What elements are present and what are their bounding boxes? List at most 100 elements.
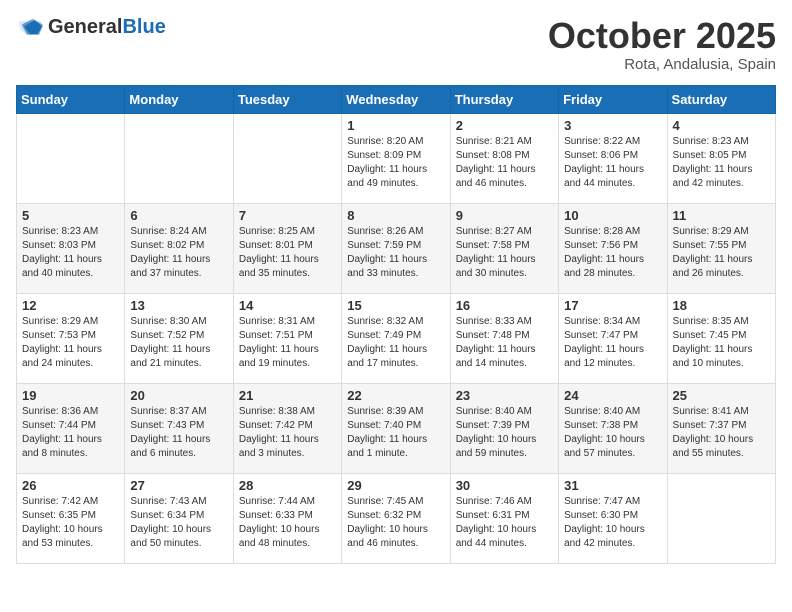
calendar-cell	[667, 473, 775, 563]
calendar-cell: 25 Sunrise: 8:41 AMSunset: 7:37 PMDayligh…	[667, 383, 775, 473]
calendar-cell: 5Sunrise: 8:23 AMSunset: 8:03 PMDaylight…	[17, 203, 125, 293]
day-info: Sunrise: 8:38 AMSunset: 7:42 PMDaylight:…	[239, 405, 336, 461]
day-info: Sunrise: 8:22 AMSunset: 8:06 PMDaylight:…	[564, 135, 661, 191]
calendar-cell: 24Sunrise: 8:40 AMSunset: 7:38 PMDayligh…	[559, 383, 667, 473]
calendar-cell: 14 Sunrise: 8:31 AMSunset: 7:51 PMDayligh…	[233, 293, 341, 383]
calendar-cell: 31 Sunrise: 7:47 AMSunset: 6:30 PMDayligh…	[559, 473, 667, 563]
day-info: Sunrise: 8:33 AMSunset: 7:48 PMDaylight:…	[456, 315, 553, 371]
day-info: Sunrise: 8:31 AMSunset: 7:51 PMDaylight:…	[239, 315, 336, 371]
calendar-cell: 2Sunrise: 8:21 AMSunset: 8:08 PMDaylight…	[450, 113, 558, 203]
day-info: Sunrise: 8:40 AMSunset: 7:39 PMDaylight:…	[456, 405, 553, 461]
calendar-cell: 27 Sunrise: 7:43 AMSunset: 6:34 PMDayligh…	[125, 473, 233, 563]
day-info: Sunrise: 8:41 AMSunset: 7:37 PMDaylight:…	[673, 405, 770, 461]
day-number: 25	[673, 388, 770, 403]
day-number: 28	[239, 478, 336, 493]
day-number: 9	[456, 208, 553, 223]
calendar-cell	[125, 113, 233, 203]
calendar-cell	[17, 113, 125, 203]
location-title: Rota, Andalusia, Spain	[548, 56, 776, 73]
weekday-header-friday: Friday	[559, 85, 667, 113]
logo-text: GeneralBlue	[48, 16, 166, 39]
day-number: 30	[456, 478, 553, 493]
calendar-cell: 15Sunrise: 8:32 AMSunset: 7:49 PMDayligh…	[342, 293, 450, 383]
day-number: 14	[239, 298, 336, 313]
day-info: Sunrise: 7:42 AMSunset: 6:35 PMDaylight:…	[22, 495, 119, 551]
day-number: 29	[347, 478, 444, 493]
calendar-cell: 17 Sunrise: 8:34 AMSunset: 7:47 PMDayligh…	[559, 293, 667, 383]
day-number: 3	[564, 118, 661, 133]
calendar-cell: 11Sunrise: 8:29 AMSunset: 7:55 PMDayligh…	[667, 203, 775, 293]
day-info: Sunrise: 8:39 AMSunset: 7:40 PMDaylight:…	[347, 405, 444, 461]
calendar-week-3: 12 Sunrise: 8:29 AMSunset: 7:53 PMDayligh…	[17, 293, 776, 383]
day-info: Sunrise: 8:27 AMSunset: 7:58 PMDaylight:…	[456, 225, 553, 281]
calendar-cell: 30 Sunrise: 7:46 AMSunset: 6:31 PMDayligh…	[450, 473, 558, 563]
weekday-header-thursday: Thursday	[450, 85, 558, 113]
calendar-cell	[233, 113, 341, 203]
calendar-cell: 20 Sunrise: 8:37 AMSunset: 7:43 PMDayligh…	[125, 383, 233, 473]
day-number: 15	[347, 298, 444, 313]
day-info: Sunrise: 8:35 AMSunset: 7:45 PMDaylight:…	[673, 315, 770, 371]
day-info: Sunrise: 8:29 AMSunset: 7:53 PMDaylight:…	[22, 315, 119, 371]
day-number: 1	[347, 118, 444, 133]
calendar-cell: 23 Sunrise: 8:40 AMSunset: 7:39 PMDayligh…	[450, 383, 558, 473]
day-info: Sunrise: 7:45 AMSunset: 6:32 PMDaylight:…	[347, 495, 444, 551]
calendar-cell: 21Sunrise: 8:38 AMSunset: 7:42 PMDayligh…	[233, 383, 341, 473]
day-info: Sunrise: 8:30 AMSunset: 7:52 PMDaylight:…	[130, 315, 227, 371]
day-info: Sunrise: 8:34 AMSunset: 7:47 PMDaylight:…	[564, 315, 661, 371]
day-number: 19	[22, 388, 119, 403]
day-info: Sunrise: 7:47 AMSunset: 6:30 PMDaylight:…	[564, 495, 661, 551]
day-number: 4	[673, 118, 770, 133]
day-number: 18	[673, 298, 770, 313]
day-info: Sunrise: 8:23 AMSunset: 8:05 PMDaylight:…	[673, 135, 770, 191]
calendar-cell: 22 Sunrise: 8:39 AMSunset: 7:40 PMDayligh…	[342, 383, 450, 473]
calendar-cell: 18 Sunrise: 8:35 AMSunset: 7:45 PMDayligh…	[667, 293, 775, 383]
day-number: 12	[22, 298, 119, 313]
day-info: Sunrise: 8:20 AMSunset: 8:09 PMDaylight:…	[347, 135, 444, 191]
calendar-cell: 9 Sunrise: 8:27 AMSunset: 7:58 PMDaylight…	[450, 203, 558, 293]
logo-general: General	[48, 16, 122, 38]
calendar-cell: 6 Sunrise: 8:24 AMSunset: 8:02 PMDaylight…	[125, 203, 233, 293]
calendar-week-5: 26 Sunrise: 7:42 AMSunset: 6:35 PMDayligh…	[17, 473, 776, 563]
weekday-header-monday: Monday	[125, 85, 233, 113]
day-info: Sunrise: 7:44 AMSunset: 6:33 PMDaylight:…	[239, 495, 336, 551]
day-info: Sunrise: 7:43 AMSunset: 6:34 PMDaylight:…	[130, 495, 227, 551]
weekday-header-row: SundayMondayTuesdayWednesdayThursdayFrid…	[17, 85, 776, 113]
day-number: 7	[239, 208, 336, 223]
day-info: Sunrise: 8:23 AMSunset: 8:03 PMDaylight:…	[22, 225, 119, 281]
day-number: 31	[564, 478, 661, 493]
logo: GeneralBlue	[16, 16, 166, 39]
calendar-cell: 8Sunrise: 8:26 AMSunset: 7:59 PMDaylight…	[342, 203, 450, 293]
day-number: 17	[564, 298, 661, 313]
calendar-week-2: 5Sunrise: 8:23 AMSunset: 8:03 PMDaylight…	[17, 203, 776, 293]
day-info: Sunrise: 7:46 AMSunset: 6:31 PMDaylight:…	[456, 495, 553, 551]
calendar-cell: 13Sunrise: 8:30 AMSunset: 7:52 PMDayligh…	[125, 293, 233, 383]
day-number: 23	[456, 388, 553, 403]
calendar-cell: 26 Sunrise: 7:42 AMSunset: 6:35 PMDayligh…	[17, 473, 125, 563]
calendar-cell: 4 Sunrise: 8:23 AMSunset: 8:05 PMDaylight…	[667, 113, 775, 203]
calendar-cell: 12 Sunrise: 8:29 AMSunset: 7:53 PMDayligh…	[17, 293, 125, 383]
calendar-cell: 3 Sunrise: 8:22 AMSunset: 8:06 PMDaylight…	[559, 113, 667, 203]
calendar-week-1: 1 Sunrise: 8:20 AMSunset: 8:09 PMDaylight…	[17, 113, 776, 203]
month-title: October 2025	[548, 16, 776, 56]
weekday-header-wednesday: Wednesday	[342, 85, 450, 113]
day-number: 16	[456, 298, 553, 313]
calendar-cell: 29 Sunrise: 7:45 AMSunset: 6:32 PMDayligh…	[342, 473, 450, 563]
weekday-header-sunday: Sunday	[17, 85, 125, 113]
day-number: 26	[22, 478, 119, 493]
calendar-cell: 16 Sunrise: 8:33 AMSunset: 7:48 PMDayligh…	[450, 293, 558, 383]
calendar-table: SundayMondayTuesdayWednesdayThursdayFrid…	[16, 85, 776, 564]
calendar-cell: 19 Sunrise: 8:36 AMSunset: 7:44 PMDayligh…	[17, 383, 125, 473]
day-number: 22	[347, 388, 444, 403]
day-number: 20	[130, 388, 227, 403]
day-info: Sunrise: 8:24 AMSunset: 8:02 PMDaylight:…	[130, 225, 227, 281]
day-info: Sunrise: 8:25 AMSunset: 8:01 PMDaylight:…	[239, 225, 336, 281]
calendar-cell: 7 Sunrise: 8:25 AMSunset: 8:01 PMDaylight…	[233, 203, 341, 293]
logo-blue: Blue	[122, 16, 165, 38]
day-info: Sunrise: 8:37 AMSunset: 7:43 PMDaylight:…	[130, 405, 227, 461]
day-number: 27	[130, 478, 227, 493]
day-info: Sunrise: 8:36 AMSunset: 7:44 PMDaylight:…	[22, 405, 119, 461]
calendar-cell: 10Sunrise: 8:28 AMSunset: 7:56 PMDayligh…	[559, 203, 667, 293]
weekday-header-saturday: Saturday	[667, 85, 775, 113]
day-number: 6	[130, 208, 227, 223]
calendar-week-4: 19 Sunrise: 8:36 AMSunset: 7:44 PMDayligh…	[17, 383, 776, 473]
